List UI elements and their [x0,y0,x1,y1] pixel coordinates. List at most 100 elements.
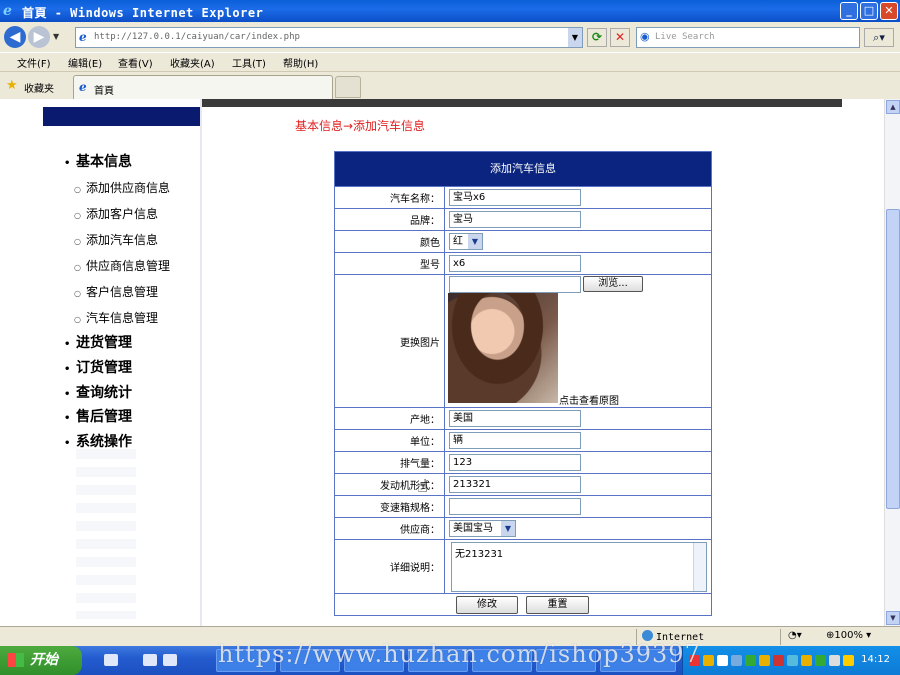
maximize-button[interactable]: □ [860,2,878,20]
search-placeholder[interactable]: Live Search [655,32,715,42]
quicklaunch-folder-icon[interactable] [143,654,157,666]
sidebar-item-supplier-management[interactable]: ○ 供应商信息管理 [74,257,170,274]
select-color-value: 红 [453,236,463,247]
sidebar-item-add-customer[interactable]: ○ 添加客户信息 [74,205,158,222]
select-supplier[interactable]: 美国宝马 ▼ [449,520,516,537]
menu-edit[interactable]: 编辑(E) [68,55,102,70]
tray-icon-4[interactable] [731,655,742,666]
page-scrollbar[interactable]: ▲ ▼ [884,99,900,626]
sidebar-section-basic-info[interactable]: • 基本信息 [64,151,132,171]
row-engine: 发动机形式： 213321 [335,473,711,495]
row-color: 颜色 红 ▼ [335,230,711,252]
menu-file[interactable]: 文件(F) [17,55,51,70]
row-description: 详细说明： 无213231 [335,539,711,593]
clock: 14:12 [861,654,890,665]
browse-button[interactable]: 浏览... [583,276,643,292]
textarea-description[interactable]: 无213231 [451,542,707,592]
sidebar-item-customer-management[interactable]: ○ 客户信息管理 [74,283,158,300]
sidebar-item-car-management[interactable]: ○ 汽车信息管理 [74,309,158,326]
close-button[interactable]: ✕ [880,2,898,20]
select-supplier-value: 美国宝马 [453,523,493,534]
label-brand: 品牌： [335,209,445,230]
search-button[interactable]: ⌕▾ [864,28,894,47]
favorites-button[interactable]: 收藏夹 [24,80,54,95]
textarea-scrollbar[interactable] [693,543,706,591]
menu-favorites[interactable]: 收藏夹(A) [170,55,215,70]
tray-icon-12[interactable] [843,655,854,666]
row-actions: 修改 重置 [335,593,711,615]
menu-help[interactable]: 帮助(H) [283,55,318,70]
tray-icon-3[interactable] [717,655,728,666]
input-displacement[interactable]: 123 [449,454,581,471]
menu-bar: 文件(F) 编辑(E) 查看(V) 收藏夹(A) 工具(T) 帮助(H) [0,52,900,70]
modify-button[interactable]: 修改 [456,596,518,614]
label-car-name: 汽车名称： [335,187,445,208]
menu-tools[interactable]: 工具(T) [232,55,266,70]
start-button[interactable]: 开始 [0,646,82,675]
label-color: 颜色 [335,231,445,252]
ie-icon: e [3,3,12,19]
scroll-up-icon[interactable]: ▲ [886,100,900,114]
tray-icon-10[interactable] [815,655,826,666]
tray-icon-6[interactable] [759,655,770,666]
row-gearbox: 变速箱规格： [335,495,711,517]
input-engine[interactable]: 213321 [449,476,581,493]
view-original-link[interactable]: 点击查看原图 [559,392,619,407]
menu-view[interactable]: 查看(V) [118,55,153,70]
input-origin[interactable]: 美国 [449,410,581,427]
scroll-thumb[interactable] [886,209,900,509]
label-gearbox: 变速箱规格： [335,496,445,517]
forward-button[interactable]: ▶ [28,26,50,48]
refresh-button[interactable]: ⟳ [587,28,607,47]
input-gearbox[interactable] [449,498,581,515]
title-bar: e 首頁 - Windows Internet Explorer _ □ ✕ [0,0,900,22]
quicklaunch-desktop-icon[interactable] [104,654,118,666]
minimize-button[interactable]: _ [840,2,858,20]
tray-icon-8[interactable] [787,655,798,666]
stop-button[interactable]: ✕ [610,28,630,47]
favorites-star-icon[interactable]: ★ [6,78,18,93]
car-form: 添加汽车信息 汽车名称： 宝马x6 品牌： 宝马 颜色 红 ▼ 型号 x6 更换… [334,151,712,616]
address-url[interactable]: http://127.0.0.1/caiyuan/car/index.php [94,32,300,42]
input-model[interactable]: x6 [449,255,581,272]
reset-button[interactable]: 重置 [526,596,589,614]
row-origin: 产地： 美国 [335,407,711,429]
input-brand[interactable]: 宝马 [449,211,581,228]
input-unit[interactable]: 辆 [449,432,581,449]
zoom-level[interactable]: ⊕100% ▾ [826,630,871,641]
sidebar-section-system[interactable]: • 系统操作 [64,431,132,451]
tray-icon-11[interactable] [829,655,840,666]
sidebar-section-purchase[interactable]: • 进货管理 [64,332,132,352]
address-dropdown-icon[interactable]: ▼ [568,28,582,47]
address-toolbar: ◀ ▶ ▼ e http://127.0.0.1/caiyuan/car/ind… [0,22,900,52]
tray-icon-2[interactable] [703,655,714,666]
tray-icon-5[interactable] [745,655,756,666]
quicklaunch-ie-icon[interactable] [163,654,177,666]
watermark-text: https://www.huzhan.com/ishop39397 [218,640,701,668]
tray-icon-9[interactable] [801,655,812,666]
row-image: 更换图片 浏览... 点击查看原图 [335,274,711,407]
sidebar-section-orders[interactable]: • 订货管理 [64,357,132,377]
file-path-input[interactable] [449,276,581,293]
sidebar-header-bar [43,107,200,126]
tab-home[interactable]: e 首頁 [73,75,333,99]
address-bar[interactable]: e http://127.0.0.1/caiyuan/car/index.php… [75,27,583,48]
label-description: 详细说明： [335,540,445,593]
back-button[interactable]: ◀ [4,26,26,48]
sidebar-section-after-sales[interactable]: • 售后管理 [64,406,132,426]
page-icon: e [79,30,87,44]
row-unit: 单位： 辆 [335,429,711,451]
search-box[interactable]: ◉ Live Search [636,27,860,48]
sidebar-item-add-car[interactable]: ○ 添加汽车信息 [74,231,158,248]
protected-mode-icon[interactable]: ◔▾ [788,630,802,641]
history-dropdown-icon[interactable]: ▼ [53,32,59,41]
tray-icon-7[interactable] [773,655,784,666]
input-car-name[interactable]: 宝马x6 [449,189,581,206]
chevron-down-icon: ▼ [501,521,515,536]
select-color[interactable]: 红 ▼ [449,233,483,250]
sidebar-section-statistics[interactable]: • 查询统计 [64,382,132,402]
textarea-description-value: 无213231 [455,549,504,560]
sidebar-item-add-supplier[interactable]: ○ 添加供应商信息 [74,179,170,196]
new-tab-button[interactable] [335,76,361,98]
scroll-down-icon[interactable]: ▼ [886,611,900,625]
